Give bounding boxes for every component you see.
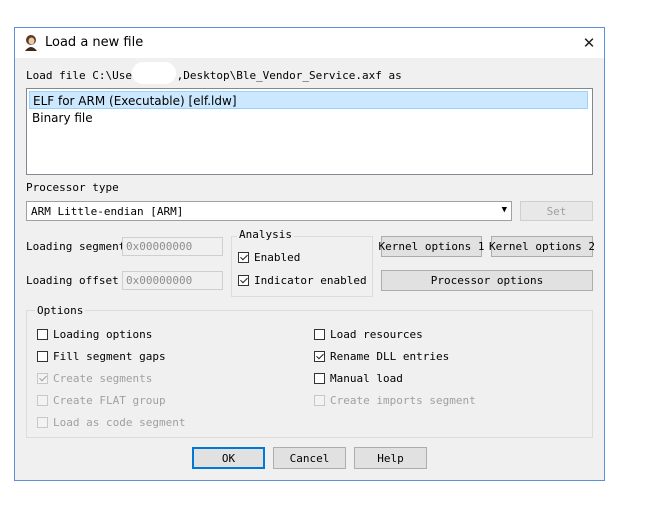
checkbox-box [37,417,48,428]
load-file-label: Load file C:\User ,Desktop\Ble_Vendor_Ser… [26,69,402,82]
load-file-path-head: Load file C:\User [26,69,139,82]
processor-options-button[interactable]: Processor options [381,270,593,291]
set-button[interactable]: Set [520,201,593,221]
redaction-blur [132,62,176,84]
loading-segment-input[interactable]: 0x00000000 [122,237,223,256]
manual-load-checkbox[interactable]: Manual load [314,372,403,385]
checkbox-box [37,395,48,406]
cancel-button[interactable]: Cancel [273,447,346,469]
create-flat-group-label: Create FLAT group [53,394,166,407]
manual-load-label: Manual load [330,372,403,385]
load-resources-checkbox[interactable]: Load resources [314,328,423,341]
processor-type-select[interactable]: ARM Little-endian [ARM] ▼ [26,201,512,221]
checkbox-box [37,351,48,362]
checkbox-box [314,329,325,340]
app-logo-icon [25,35,37,51]
enabled-label: Enabled [254,251,301,264]
options-group-title: Options [35,304,86,317]
checkbox-box [238,252,249,263]
window-title: Load a new file [45,35,144,50]
chevron-down-icon: ▼ [501,205,507,215]
loading-offset-input[interactable]: 0x00000000 [122,271,223,290]
indicator-enabled-checkbox[interactable]: Indicator enabled [238,274,367,287]
create-flat-group-checkbox[interactable]: Create FLAT group [37,394,166,407]
fill-segment-gaps-label: Fill segment gaps [53,350,166,363]
load-file-path-tail: ,Desktop\Ble_Vendor_Service.axf as [176,69,402,82]
help-button[interactable]: Help [354,447,427,469]
processor-type-label: Processor type [26,181,119,194]
rename-dll-entries-label: Rename DLL entries [330,350,450,363]
analysis-group-title: Analysis [237,228,294,241]
fill-segment-gaps-checkbox[interactable]: Fill segment gaps [37,350,166,363]
indicator-enabled-label: Indicator enabled [254,274,367,287]
load-as-code-segment-label: Load as code segment [53,416,186,429]
kernel-options-1-button[interactable]: Kernel options 1 [379,236,484,257]
load-as-code-segment-checkbox[interactable]: Load as code segment [37,416,185,429]
enabled-checkbox[interactable]: Enabled [238,251,300,264]
checkbox-box [37,329,48,340]
file-type-list[interactable]: ELF for ARM (Executable) [elf.ldw] Binar… [26,88,593,175]
kernel-options-2-button[interactable]: Kernel options 2 [489,236,595,257]
list-item-binary[interactable]: Binary file [29,109,588,127]
load-resources-label: Load resources [330,328,423,341]
checkbox-box [314,373,325,384]
checkbox-box [314,395,325,406]
create-imports-segment-label: Create imports segment [330,394,476,407]
create-segments-checkbox[interactable]: Create segments [37,372,152,385]
create-segments-label: Create segments [53,372,153,385]
load-file-dialog: Load a new file ✕ Load file C:\User ,Desk… [14,27,605,481]
loading-offset-label: Loading offset [26,274,119,287]
loading-options-label: Loading options [53,328,153,341]
loading-options-checkbox[interactable]: Loading options [37,328,152,341]
title-bar[interactable]: Load a new file ✕ [15,28,604,58]
checkbox-box [37,373,48,384]
checkbox-box [314,351,325,362]
create-imports-segment-checkbox[interactable]: Create imports segment [314,394,476,407]
close-icon[interactable]: ✕ [578,32,600,54]
ok-button[interactable]: OK [192,447,265,469]
rename-dll-entries-checkbox[interactable]: Rename DLL entries [314,350,449,363]
list-item-elf[interactable]: ELF for ARM (Executable) [elf.ldw] [29,91,588,109]
checkbox-box [238,275,249,286]
processor-type-value: ARM Little-endian [ARM] [31,205,184,218]
loading-segment-label: Loading segment [26,240,126,253]
analysis-group [231,236,373,297]
